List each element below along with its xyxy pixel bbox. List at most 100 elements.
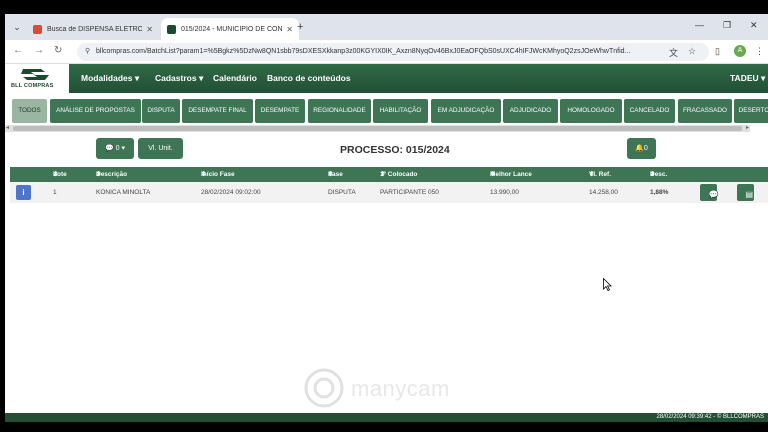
chat-count: 0 <box>115 145 120 152</box>
nav-label: Banco de conteúdos <box>267 73 351 83</box>
nav-label: Calendário <box>213 73 257 83</box>
tab-title: Busca de DISPENSA ELETRÔNICA <box>47 25 143 33</box>
tab-analise-propostas[interactable]: ANÁLISE DE PROPOSTAS <box>50 99 141 123</box>
process-title: PROCESSO: 015/2024 <box>340 144 450 156</box>
forward-icon[interactable]: → <box>34 45 44 56</box>
browser-menu-icon[interactable]: ⋮ <box>755 46 764 57</box>
table-row: i 1 KONICA MINOLTA 28/02/2024 09:02:00 D… <box>10 182 768 203</box>
nav-label: Cadastros <box>155 73 197 83</box>
tab-title: 015/2024 - MUNICIPIO DE CON <box>181 25 283 33</box>
manycam-watermark: manycam <box>303 366 473 410</box>
back-icon[interactable]: ← <box>13 45 23 56</box>
user-name: TADEU <box>730 73 759 83</box>
side-panel-icon[interactable]: ▯ <box>715 46 720 57</box>
bll-logo[interactable]: BLL COMPRAS <box>5 64 69 93</box>
cell-lote: 1 <box>53 189 57 196</box>
info-icon[interactable]: i <box>16 185 31 200</box>
logo-text: BLL COMPRAS <box>11 83 54 89</box>
tab-em-adjudicacao[interactable]: EM ADJUDICAÇÃO <box>431 99 501 123</box>
vl-unit-button[interactable]: Vl. Unit. <box>138 138 183 159</box>
chat-bubble-icon: 💬 <box>104 145 114 152</box>
nav-cadastros[interactable]: Cadastros ▾ <box>155 73 203 84</box>
browser-tab-busca[interactable]: Busca de DISPENSA ELETRÔNICA ✕ <box>27 18 159 40</box>
tab-adjudicado[interactable]: ADJUDICADO <box>503 99 558 123</box>
notifications-button[interactable]: 🔔0 <box>627 138 656 159</box>
bll-logo-icon <box>21 69 49 80</box>
sort-icon: ⬍ <box>96 171 102 178</box>
table-header: Lote ⬍ Descrição ⬍ Início Fase ⬍ Fase ⬍ … <box>10 167 768 182</box>
sort-icon: ⬍ <box>201 171 207 178</box>
manycam-logo-icon <box>304 368 344 408</box>
document-icon: ▤ <box>745 190 754 199</box>
sort-icon: ⬍ <box>53 171 59 178</box>
url-text: bllcompras.com/BatchList?param1=%5Bgkz%5… <box>96 48 631 55</box>
sort-icon: ⬍ <box>328 171 334 178</box>
tab-favicon-icon <box>167 24 176 34</box>
tab-todos[interactable]: TODOS <box>12 99 47 123</box>
footer-timestamp: 28/02/2024 09:39:42 - © BLLCOMPRAS <box>656 414 764 420</box>
app-header: BLL COMPRAS Modalidades ▾ Cadastros ▾ Ca… <box>5 64 768 93</box>
sort-icon: ⬍ <box>589 171 595 178</box>
bell-icon: 🔔 <box>635 145 644 152</box>
close-tab-icon[interactable]: ✕ <box>146 25 153 34</box>
cell-desc: 1,88% <box>650 189 669 196</box>
cell-melhor-lance: 13.990,00 <box>490 189 519 196</box>
tab-habilitacao[interactable]: HABILITAÇÃO <box>373 99 428 123</box>
cell-fase: DISPUTA <box>328 189 356 196</box>
restore-icon[interactable]: ❐ <box>723 20 731 31</box>
row-chat-button[interactable]: 💬 <box>700 184 718 201</box>
nav-banco-conteudos[interactable]: Banco de conteúdos <box>267 73 351 83</box>
address-row: ← → ↻ ⚲ bllcompras.com/BatchList?param1=%… <box>5 40 768 64</box>
caret-down-icon: ▾ <box>134 73 140 83</box>
scrollbar-thumb[interactable] <box>13 126 742 131</box>
row-details-button[interactable]: ▤ <box>737 184 754 201</box>
sort-icon: ⬍ <box>380 171 386 178</box>
tab-deserto[interactable]: DESERTO <box>734 99 768 123</box>
chat-dropdown-button[interactable]: 💬 0 ▾ <box>96 138 134 159</box>
scroll-left-icon[interactable]: ◂ <box>6 125 9 132</box>
horizontal-scrollbar[interactable]: ◂ ▸ <box>5 125 750 132</box>
caret-down-icon: ▾ <box>198 73 204 83</box>
cell-inicio-fase: 28/02/2024 09:02:00 <box>201 189 261 196</box>
browser-tab-processo[interactable]: 015/2024 - MUNICIPIO DE CON ✕ <box>161 18 299 40</box>
cell-vl-ref: 14.258,00 <box>589 189 618 196</box>
scroll-right-icon[interactable]: ▸ <box>746 125 749 132</box>
tab-cancelado[interactable]: CANCELADO <box>624 99 675 123</box>
caret-down-icon: ▾ <box>761 73 766 83</box>
reload-icon[interactable]: ↻ <box>54 45 62 56</box>
browser-tab-bar: ⌄ Busca de DISPENSA ELETRÔNICA ✕ 015/202… <box>5 14 768 40</box>
col-label: 1º Colocado <box>380 171 418 178</box>
cell-descricao: KONICA MINOLTA <box>96 189 151 196</box>
bell-count: 0 <box>643 145 648 152</box>
nav-calendario[interactable]: Calendário <box>213 73 257 83</box>
col-label: Melhor Lance <box>490 171 532 178</box>
profile-avatar[interactable]: A <box>734 45 746 57</box>
tab-homologado[interactable]: HOMOLOGADO <box>560 99 622 123</box>
browser-window: ⌄ Busca de DISPENSA ELETRÔNICA ✕ 015/202… <box>5 14 768 422</box>
close-tab-icon[interactable]: ✕ <box>286 25 293 34</box>
nav-label: Modalidades <box>81 73 133 83</box>
bookmark-star-icon[interactable]: ☆ <box>688 46 696 57</box>
sort-icon: ⬍ <box>650 171 656 178</box>
user-menu[interactable]: TADEU ▾ <box>730 73 765 84</box>
caret-down-icon: ▾ <box>121 145 126 152</box>
address-bar[interactable]: ⚲ bllcompras.com/BatchList?param1=%5Bgkz%… <box>77 43 709 61</box>
tab-favicon-icon <box>33 24 42 34</box>
footer-bar: 28/02/2024 09:39:42 - © BLLCOMPRAS <box>5 413 768 422</box>
translate-icon[interactable]: 文 <box>669 46 678 59</box>
minimize-icon[interactable]: — <box>695 20 704 30</box>
close-window-icon[interactable]: ✕ <box>750 20 758 31</box>
watermark-text: manycam <box>351 376 450 401</box>
tab-search-icon[interactable]: ⌄ <box>10 20 24 34</box>
new-tab-icon[interactable]: + <box>297 21 303 33</box>
cell-primeiro-colocado: PARTICIPANTE 050 <box>380 189 439 196</box>
tab-fracassado[interactable]: FRACASSADO <box>678 99 732 123</box>
chat-bubble-icon: 💬 <box>708 190 719 199</box>
tab-regionalidade[interactable]: REGIONALIDADE <box>308 99 371 123</box>
status-filter-tabs: TODOS ANÁLISE DE PROPOSTAS DISPUTA DESEM… <box>5 99 768 124</box>
site-info-icon[interactable]: ⚲ <box>85 43 92 61</box>
tab-disputa[interactable]: DISPUTA <box>142 99 180 123</box>
tab-desempate-final[interactable]: DESEMPATE FINAL <box>182 99 253 123</box>
nav-modalidades[interactable]: Modalidades ▾ <box>81 73 139 84</box>
tab-desempate[interactable]: DESEMPATE <box>255 99 305 123</box>
